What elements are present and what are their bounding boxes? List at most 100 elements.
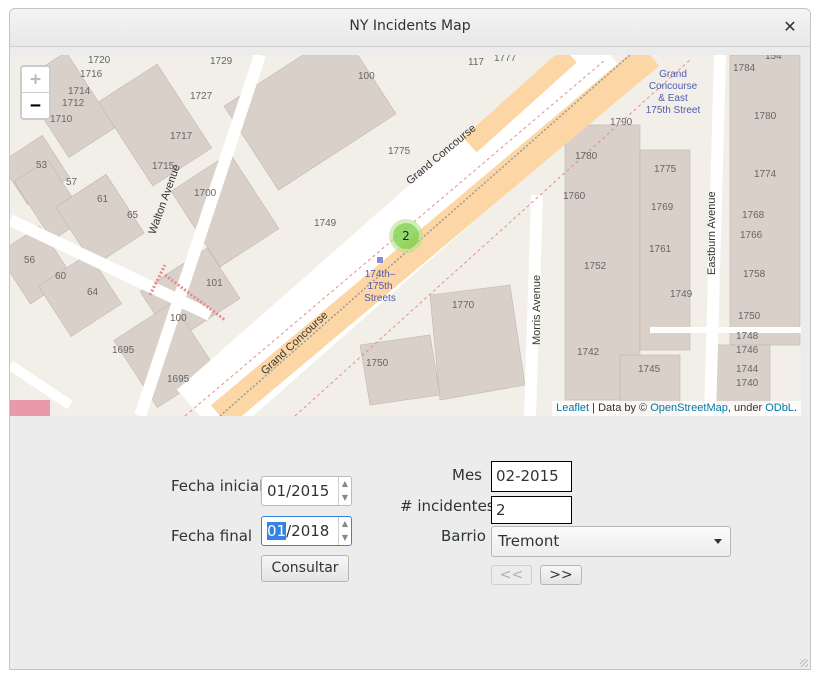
house-number: 1750 (366, 358, 389, 369)
house-number: 1695 (112, 345, 135, 356)
house-number: 1720 (88, 55, 111, 66)
barrio-label: Barrio (441, 527, 486, 545)
odbl-link[interactable]: ODbL (765, 402, 794, 414)
incidentes-field[interactable]: 2 (491, 496, 572, 524)
leaflet-link[interactable]: Leaflet (556, 402, 589, 414)
house-number: 64 (87, 287, 99, 298)
close-icon[interactable]: ✕ (778, 15, 802, 39)
house-number: 1775 (388, 146, 411, 157)
attribution-under: , under (727, 402, 766, 414)
house-number: 1784 (733, 63, 756, 74)
house-number: 117 (468, 57, 484, 68)
next-button[interactable]: >> (540, 565, 582, 585)
zoom-control: + − (20, 65, 51, 120)
house-number: 1744 (736, 364, 759, 375)
street-label-morris: Morris Avenue (531, 275, 543, 345)
window-title: NY Incidents Map (349, 18, 471, 34)
incident-cluster-marker[interactable]: 2 (389, 219, 423, 253)
house-number: 1777 (494, 55, 517, 64)
house-number: 1742 (577, 347, 600, 358)
house-number: 100 (170, 313, 187, 324)
house-number: 1760 (563, 191, 586, 202)
station-label-line3: Streets (364, 293, 396, 304)
house-number: 57 (66, 177, 78, 188)
station-ne-line4: 175th Street (646, 105, 701, 116)
fecha-inicial-spinbox[interactable]: 01/2015 ▲ ▼ (261, 476, 352, 506)
house-number: 1700 (194, 188, 217, 199)
house-number: 1775 (654, 164, 677, 175)
house-number: 1766 (740, 230, 763, 241)
app-window: NY Incidents Map ✕ 174th– 175th Streets … (9, 8, 811, 670)
chevron-down-icon (714, 539, 722, 544)
house-number: 61 (97, 194, 109, 205)
chevron-down-icon[interactable]: ▼ (339, 531, 351, 545)
station-ne-line3: & East (658, 93, 688, 104)
house-number: 65 (127, 210, 139, 221)
attribution-text: | Data by © (589, 402, 651, 414)
map-attribution: Leaflet | Data by © OpenStreetMap, under… (552, 401, 801, 416)
house-number: 1745 (638, 364, 661, 375)
house-number: 1727 (190, 91, 213, 102)
street-label-eastburn: Eastburn Avenue (706, 191, 718, 275)
house-number: 1780 (754, 111, 777, 122)
house-number: 154 (765, 55, 782, 62)
house-number: 101 (206, 278, 223, 289)
house-number: 1749 (314, 218, 337, 229)
house-number: 56 (24, 255, 36, 266)
previous-button[interactable]: << (491, 565, 532, 585)
house-number: 1768 (742, 210, 765, 221)
house-number: 1695 (167, 374, 190, 385)
chevron-down-icon[interactable]: ▼ (339, 491, 351, 505)
barrio-dropdown[interactable]: Tremont (491, 526, 731, 557)
fecha-final-label: Fecha final (171, 527, 253, 545)
station-label-line1: 174th– (365, 269, 396, 280)
house-number: 1749 (670, 289, 693, 300)
house-number: 1750 (738, 311, 761, 322)
house-number: 1710 (50, 114, 73, 125)
fecha-final-rest: /2018 (286, 522, 330, 540)
fecha-final-spinbox[interactable]: 01/2018 ▲ ▼ (261, 516, 352, 546)
house-number: 1769 (651, 202, 674, 213)
mes-field[interactable]: 02-2015 (491, 461, 572, 492)
house-number: 1770 (452, 300, 475, 311)
incident-map[interactable]: 174th– 175th Streets Grand Concourse & E… (10, 55, 801, 416)
station-ne-line1: Grand (659, 69, 687, 80)
house-number: 60 (55, 271, 67, 282)
chevron-up-icon[interactable]: ▲ (339, 477, 351, 491)
house-number: 1758 (743, 269, 766, 280)
station-label-line2: 175th (367, 281, 392, 292)
attribution-end: . (793, 402, 797, 414)
fecha-final-stepper[interactable]: ▲ ▼ (338, 517, 351, 545)
house-number: 1714 (68, 86, 91, 97)
incidentes-label: # incidentes (400, 497, 495, 515)
osm-link[interactable]: OpenStreetMap (650, 402, 728, 414)
cluster-count: 2 (393, 223, 419, 249)
house-number: 1716 (80, 69, 103, 80)
chevron-up-icon[interactable]: ▲ (339, 517, 351, 531)
zoom-out-button[interactable]: − (22, 93, 49, 118)
house-number: 1746 (736, 345, 759, 356)
fecha-inicial-value: 01/2015 (267, 482, 330, 500)
house-number: 1740 (736, 378, 759, 389)
house-number: 1774 (754, 169, 777, 180)
house-number: 1717 (170, 131, 193, 142)
fecha-inicial-stepper[interactable]: ▲ ▼ (338, 477, 351, 505)
house-number: 53 (36, 160, 48, 171)
house-number: 1729 (210, 56, 233, 67)
house-number: 1790 (610, 117, 633, 128)
house-number: 1780 (575, 151, 598, 162)
title-bar: NY Incidents Map ✕ (10, 9, 810, 47)
zoom-in-button[interactable]: + (22, 67, 49, 93)
house-number: 100 (358, 71, 375, 82)
resize-grip-icon[interactable] (800, 659, 808, 667)
fecha-inicial-label: Fecha inicial (171, 477, 264, 495)
house-number: 1715 (152, 161, 175, 172)
house-number: 1761 (649, 244, 672, 255)
house-number: 1712 (62, 98, 85, 109)
fecha-final-selected-text: 01 (267, 522, 287, 540)
house-number: 1748 (736, 331, 759, 342)
house-number: 1752 (584, 261, 607, 272)
barrio-selected-value: Tremont (498, 532, 560, 550)
consultar-button[interactable]: Consultar (261, 555, 349, 582)
mes-label: Mes (452, 466, 482, 484)
